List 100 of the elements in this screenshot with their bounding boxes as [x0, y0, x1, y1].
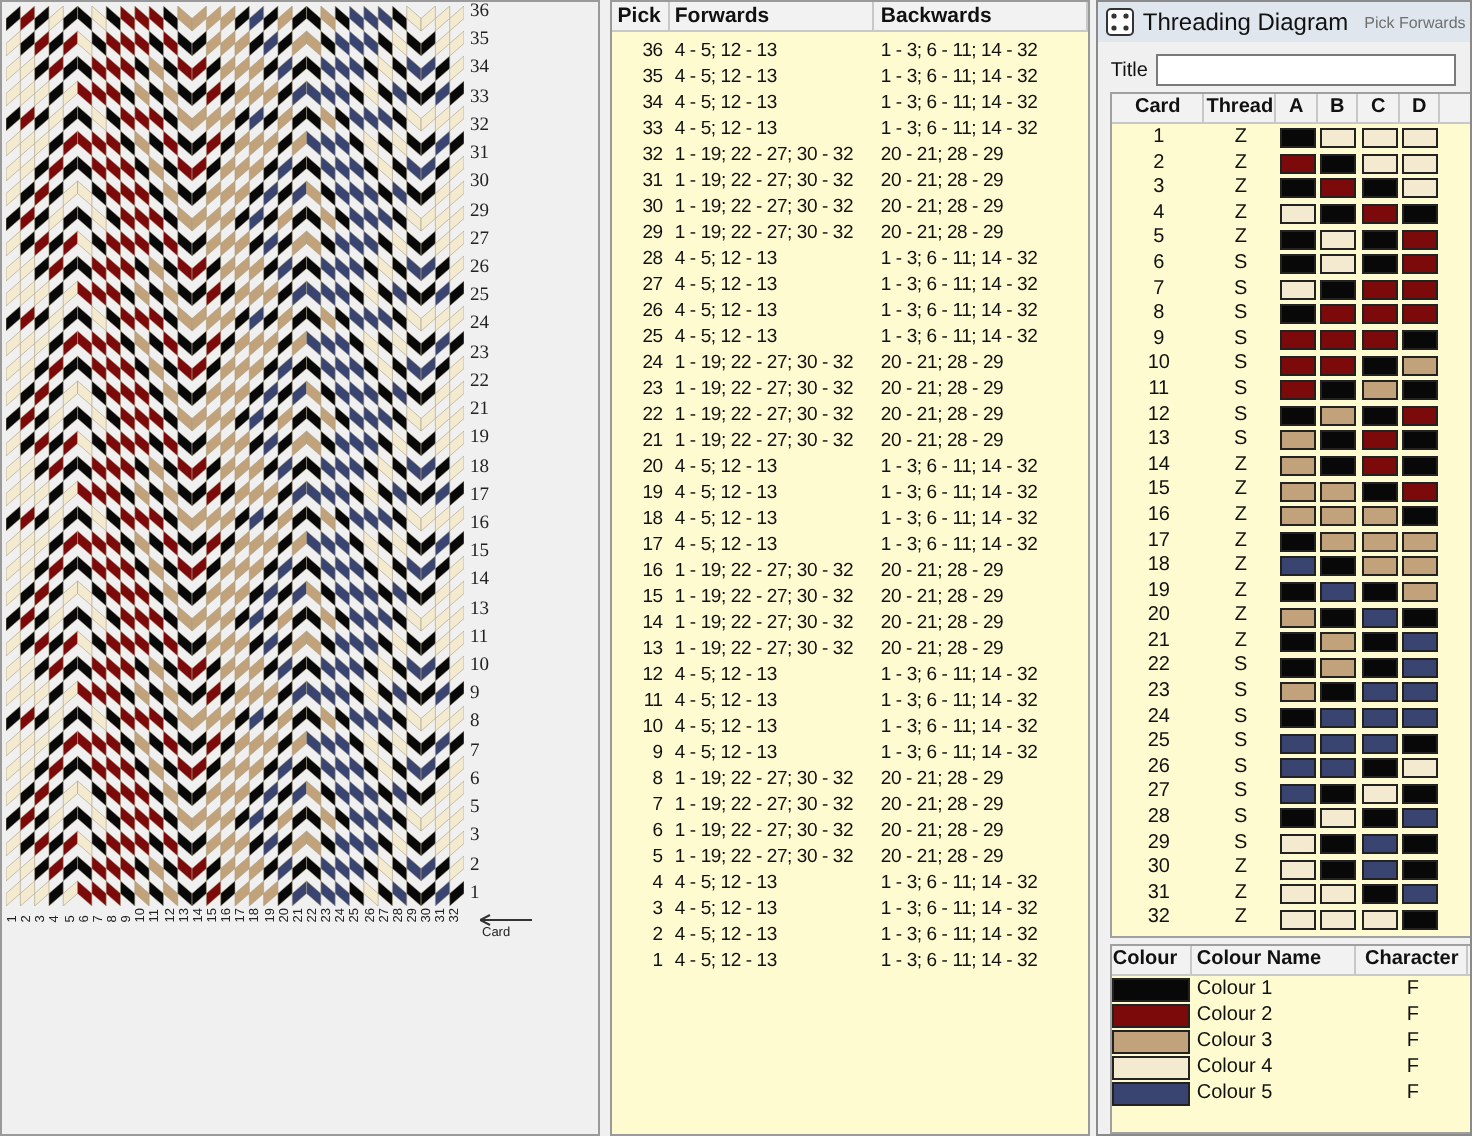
table-cell-text: S [1232, 352, 1250, 378]
table-cell-text: S [1232, 705, 1250, 731]
table-cell-text: 4 - 5; 12 - 13 [672, 532, 779, 558]
table-cell-text: 4 - 5; 12 - 13 [672, 324, 779, 350]
table-cell-text: Z [1232, 226, 1249, 252]
pick-number: 18 [470, 457, 489, 479]
table-cell-text: 24 [1145, 705, 1172, 731]
table-cell-text: F [1404, 1028, 1421, 1054]
table-cell-text: 1 - 19; 22 - 27; 30 - 32 [672, 844, 856, 870]
table-cell-text: 1 - 19; 22 - 27; 30 - 32 [672, 402, 856, 428]
table-cell-text: S [1232, 730, 1250, 756]
pick-number: 5 [470, 798, 482, 821]
pick-number: 30 [470, 172, 489, 195]
table-cell-text: 1 - 3; 6 - 11; 14 - 32 [878, 116, 1040, 142]
table-cell-text: Z [1232, 478, 1249, 504]
table-cell-text: 1 - 3; 6 - 11; 14 - 32 [878, 922, 1040, 948]
table-cell-text: 36 [640, 38, 665, 64]
table-cell-text: 5 [650, 844, 665, 870]
table-cell-text: Z [1232, 503, 1249, 529]
table-cell-text: 1 - 19; 22 - 27; 30 - 32 [672, 220, 856, 246]
table-cell-text: S [1232, 831, 1250, 857]
table-cell-text: 20 - 21; 28 - 29 [878, 194, 1006, 220]
table-cell-text: 22 [1145, 654, 1172, 681]
table-cell-text: Z [1232, 856, 1249, 882]
column-header: B [1317, 94, 1359, 122]
pick-number: 6 [470, 769, 482, 792]
table-cell-text: 20 - 21; 28 - 29 [878, 766, 1006, 792]
table-cell-text: 20 - 21; 28 - 29 [878, 584, 1006, 610]
table-cell-text: 11 [641, 688, 665, 714]
table-cell-text: Colour 5 [1194, 1080, 1275, 1106]
table-cell-text: 13 [1145, 428, 1172, 454]
table-cell-text: 1 [650, 948, 665, 974]
column-header: C [1358, 94, 1400, 122]
table-cell-text: 32 [1145, 906, 1172, 932]
table-cell-text: 1 - 3; 6 - 11; 14 - 32 [878, 870, 1040, 896]
table-cell-text: 19 [1145, 579, 1172, 605]
table-cell-text: Z [1232, 453, 1249, 479]
table-cell-text: 29 [640, 220, 665, 246]
table-cell-text: F [1404, 1054, 1421, 1080]
table-cell-text: 1 - 3; 6 - 11; 14 - 32 [878, 90, 1040, 116]
table-cell-text: 8 [1151, 302, 1167, 328]
table-cell-text: 1 - 19; 22 - 27; 30 - 32 [672, 142, 856, 168]
pick-number: 16 [470, 513, 489, 536]
pick-number: 29 [470, 201, 489, 224]
table-cell-text: 8 [650, 766, 665, 792]
title-field[interactable] [1155, 54, 1456, 86]
table-cell-text: 10 [640, 714, 665, 740]
window-title: Threading Diagram [1142, 8, 1349, 36]
table-cell-text: 20 [1145, 604, 1172, 630]
table-cell-text: Z [1232, 126, 1249, 152]
table-cell-text: 1 - 19; 22 - 27; 30 - 32 [672, 350, 856, 376]
table-cell-text: 4 - 5; 12 - 13 [672, 64, 779, 90]
column-header: Pick [612, 2, 671, 30]
table-cell-text: 27 [640, 272, 665, 298]
table-cell-text: 12 [1145, 403, 1172, 429]
table-cell-text: 29 [1145, 831, 1172, 857]
table-cell-text: 21 [640, 428, 665, 454]
table-cell-text: 2 [1151, 151, 1167, 177]
column-header: Card [1112, 94, 1205, 122]
table-cell-text: 1 - 3; 6 - 11; 14 - 32 [878, 298, 1040, 324]
table-cell-text: 14 [640, 610, 665, 636]
pick-number: 35 [470, 30, 489, 53]
table-cell-text: 4 - 5; 12 - 13 [672, 688, 779, 714]
table-cell-text: F [1404, 1080, 1421, 1106]
table-cell-text: 27 [1145, 780, 1172, 807]
table-cell-text: 4 - 5; 12 - 13 [672, 90, 779, 116]
table-cell-text: Z [1232, 529, 1249, 555]
table-cell-text: Z [1232, 629, 1249, 655]
table-cell-text: 12 [640, 662, 665, 688]
table-cell-text: 23 [1145, 680, 1172, 706]
table-cell-text: 1 - 3; 6 - 11; 14 - 32 [878, 948, 1040, 974]
table-cell-text: 5 [1151, 226, 1167, 252]
table-cell-text: S [1232, 654, 1250, 681]
table-cell-text: 1 - 19; 22 - 27; 30 - 32 [672, 584, 856, 610]
column-header: D [1399, 94, 1441, 122]
table-cell-text: 20 - 21; 28 - 29 [878, 402, 1006, 428]
table-cell-text: 31 [1145, 881, 1172, 907]
column-header: Colour Name [1192, 946, 1357, 974]
table-cell-text: 26 [640, 298, 665, 324]
table-cell-text: Z [1232, 151, 1249, 177]
pick-number: 23 [470, 343, 489, 366]
pick-number: 21 [470, 400, 489, 423]
table-cell-text: 20 - 21; 28 - 29 [878, 220, 1006, 246]
table-cell-text: 20 - 21; 28 - 29 [878, 168, 1006, 194]
table-cell-text: 1 - 3; 6 - 11; 14 - 32 [878, 64, 1040, 90]
table-cell-text: 4 - 5; 12 - 13 [672, 298, 779, 324]
table-cell-text: 9 [1151, 327, 1167, 353]
column-header: Forwards [670, 2, 875, 30]
table-cell-text: 4 - 5; 12 - 13 [672, 116, 779, 142]
pick-number: 24 [470, 314, 489, 337]
pick-number: 11 [470, 627, 489, 650]
table-cell-text: 4 - 5; 12 - 13 [672, 506, 779, 532]
table-cell-text: 24 [640, 350, 665, 376]
table-cell-text: 1 - 3; 6 - 11; 14 - 32 [878, 272, 1040, 298]
table-cell-text: 22 [640, 402, 665, 428]
table-cell-text: 11 [1146, 377, 1172, 404]
table-cell-text: 20 - 21; 28 - 29 [878, 142, 1006, 168]
table-cell-text: 1 - 3; 6 - 11; 14 - 32 [878, 662, 1040, 688]
table-cell-text: 18 [640, 506, 665, 532]
table-cell-text: 1 - 3; 6 - 11; 14 - 32 [878, 38, 1040, 64]
